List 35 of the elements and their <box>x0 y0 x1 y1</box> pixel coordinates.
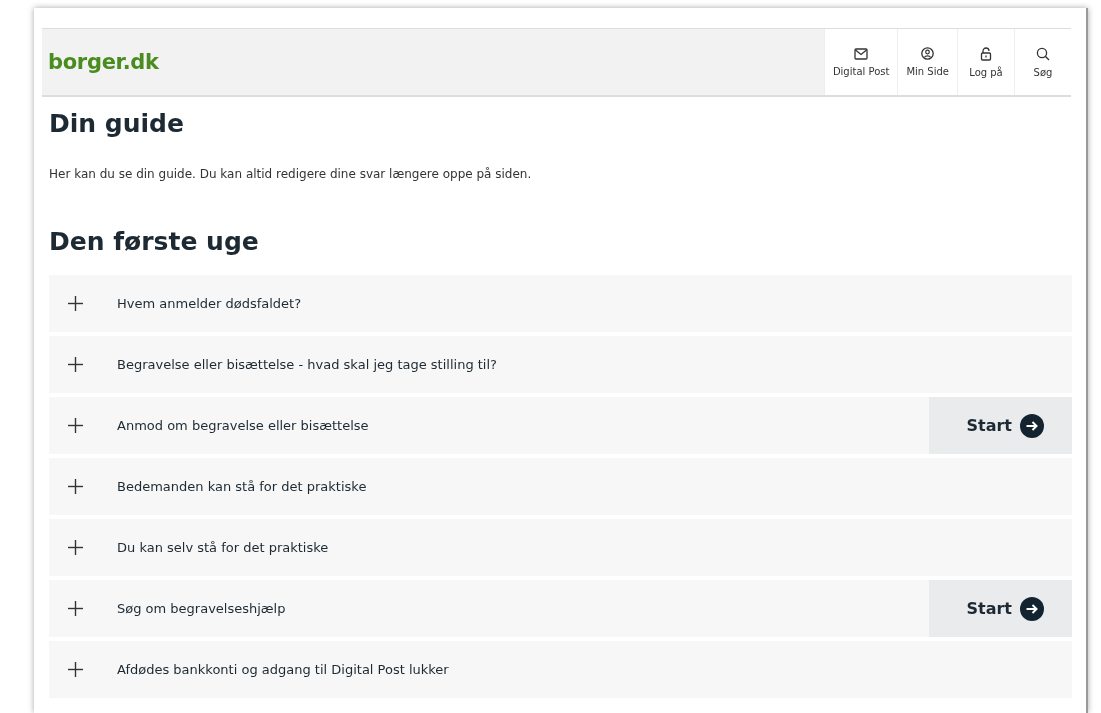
site-logo[interactable]: borger.dk <box>48 50 159 74</box>
section-heading: Den første uge <box>49 226 260 258</box>
plus-icon <box>68 479 83 494</box>
accordion-label: Bedemanden kan stå for det praktiske <box>117 479 368 494</box>
intro-text: Her kan du se din guide. Du kan altid redigere dine svar længere oppe på siden. <box>49 167 533 181</box>
accordion-row[interactable]: Hvem anmelder dødsfaldet? <box>49 275 1072 332</box>
accordion-label: Anmod om begravelse eller bisættelse <box>117 418 370 433</box>
nav-link[interactable]: Digital Post <box>823 29 898 95</box>
accordion-label: Søg om begravelseshjælp <box>117 601 287 616</box>
plus-icon <box>68 662 83 677</box>
accordion-row[interactable]: Afdødes bankkonti og adgang til Digital Post lukker <box>49 641 1072 698</box>
plus-icon <box>68 601 83 616</box>
accordion-label: Du kan selv stå for det praktiske <box>117 540 330 555</box>
plus-icon <box>68 296 83 311</box>
plus-icon <box>68 357 83 372</box>
accordion-label: Afdødes bankkonti og adgang til Digital Post lukker <box>117 662 450 677</box>
start-button[interactable]: Start <box>929 397 1072 454</box>
nav-link[interactable]: Søg <box>1014 29 1071 95</box>
lock-icon <box>980 46 992 61</box>
accordion-label: Begravelse eller bisættelse - hvad skal jeg tage stilling til? <box>117 357 498 372</box>
accordion-row[interactable]: Begravelse eller bisættelse - hvad skal jeg tage stilling til? <box>49 336 1072 393</box>
nav-link[interactable]: Log på <box>957 29 1014 95</box>
mail-icon <box>854 47 869 60</box>
plus-icon <box>68 540 83 555</box>
accordion-row[interactable]: Du kan selv stå for det praktiske <box>49 519 1072 576</box>
page-title: Din guide <box>49 108 185 140</box>
start-button[interactable]: Start <box>929 580 1072 637</box>
accordion-row[interactable]: Søg om begravelseshjælp Start <box>49 580 1072 637</box>
accordion-row[interactable]: Anmod om begravelse eller bisættelse Start <box>49 397 1072 454</box>
user-icon <box>921 47 935 60</box>
search-icon <box>1036 46 1050 61</box>
plus-icon <box>68 418 83 433</box>
accordion-label: Hvem anmelder dødsfaldet? <box>117 296 303 311</box>
accordion-row[interactable]: Bedemanden kan stå for det praktiske <box>49 458 1072 515</box>
nav-link[interactable]: Min Side <box>897 29 957 95</box>
